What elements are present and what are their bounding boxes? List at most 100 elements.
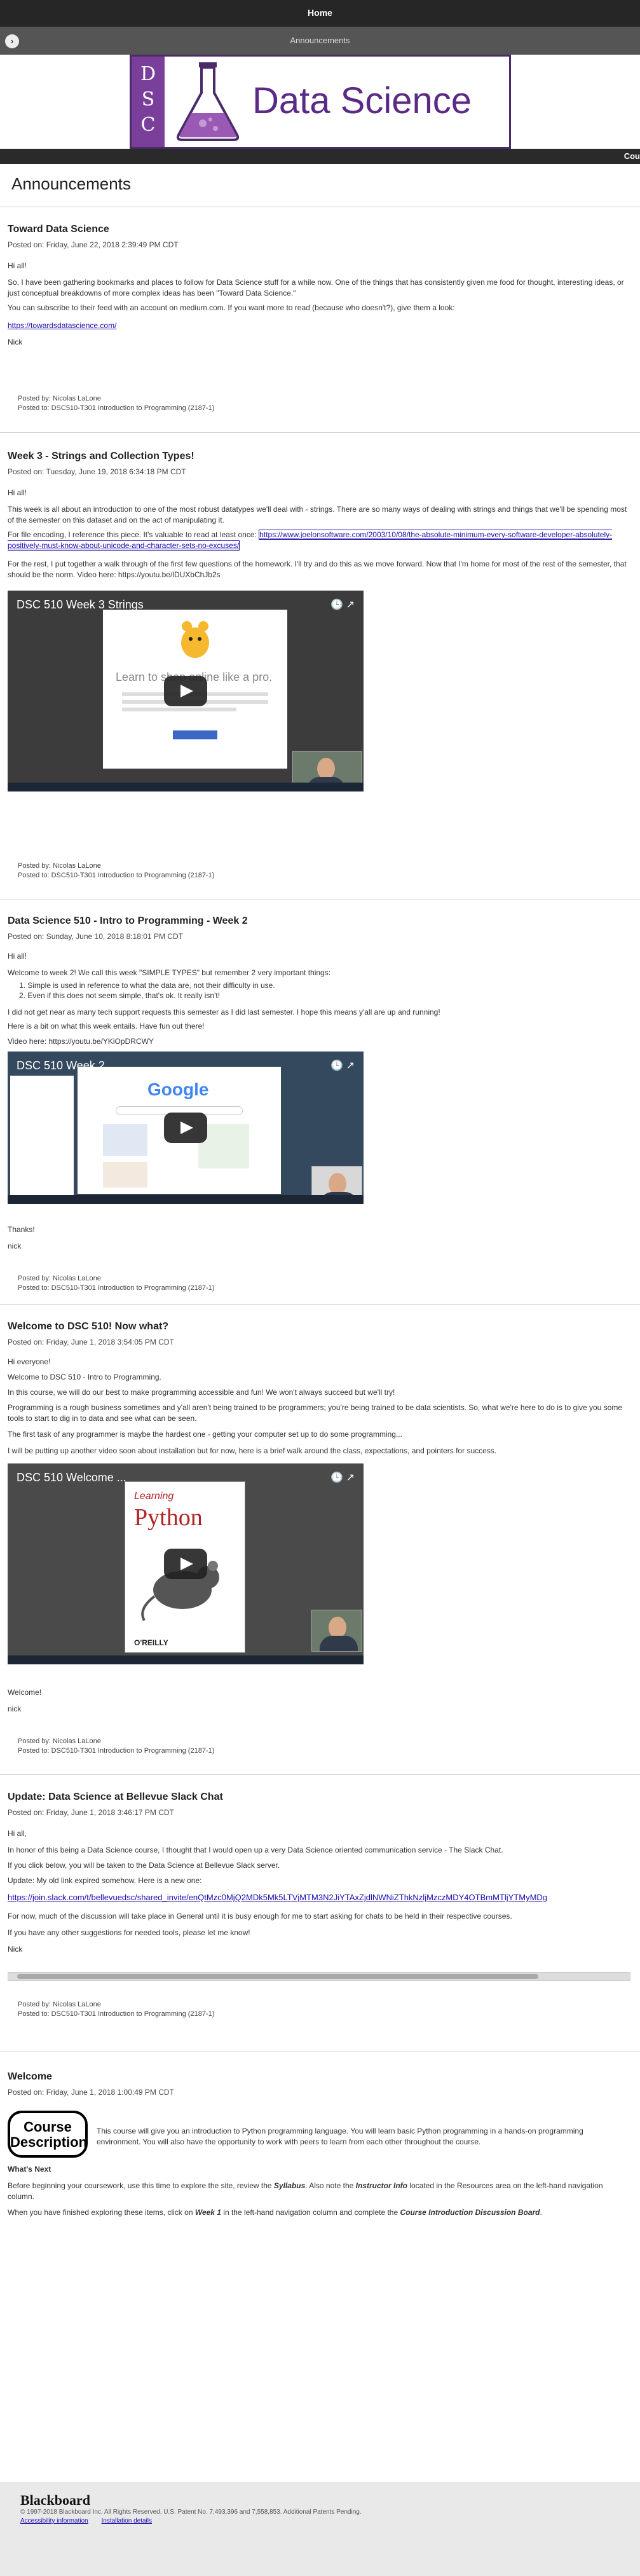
syllabus-link[interactable]: Syllabus [274,2181,305,2190]
post-signature: Nick [8,338,23,346]
post-body: Welcome to week 2! We call this week "SI… [8,968,331,977]
post-body: Before beginning your coursework, use th… [8,2181,627,2202]
slack-invite-link[interactable]: https://join.slack.com/t/bellevuedsc/sha… [8,1893,547,1902]
course-menu-label[interactable]: Cou [624,151,640,161]
course-nav-strip: Cou [0,149,640,164]
whats-next-heading: What's Next [8,2165,51,2174]
book-subtitle: Learning [134,1491,174,1502]
scrollbar-thumb[interactable] [17,1974,538,1979]
post-course: Posted to: DSC510-T301 Introduction to P… [18,872,215,879]
post-body: If you click below, you will be taken to… [8,1861,280,1870]
post-body: I did not get near as many tech support … [8,1008,440,1017]
footer-links: Accessibility information Installation d… [20,2518,163,2525]
video-embed[interactable]: Learning Python O'REILLY DSC 510 Welcome… [8,1463,364,1664]
post-body: Programming is a rough business sometime… [8,1403,623,1423]
post-body: I will be putting up another video soon … [8,1446,497,1455]
video-title: DSC 510 Week 2 [17,1059,105,1072]
video-embed[interactable]: Learn to shop online like a pro. DSC 510… [8,591,364,791]
banner-title: Data Science [252,80,472,121]
week-1-link[interactable]: Week 1 [195,2208,221,2217]
post-body: This week is all about an introduction t… [8,505,627,524]
post-thanks: Thanks! [8,1225,35,1234]
post-signature: Nick [8,1945,23,1954]
post-title: Week 3 - Strings and Collection Types! [8,451,194,462]
post-link[interactable]: https://towardsdatascience.com/ [8,321,116,330]
book-title: Python [134,1504,203,1531]
post-author: Posted by: Nicolas LaLone [18,395,101,402]
text-span: . Also note the [305,2181,356,2190]
text-span: Before beginning your coursework, use th… [8,2181,274,2190]
video-taskbar [8,1195,364,1204]
post-body: This course will give you an introductio… [97,2127,583,2146]
list-item-text: Simple is used in reference to what the … [27,981,275,990]
banner-image: DSC Data Science [130,55,511,149]
post-author: Posted by: Nicolas LaLone [18,2001,101,2008]
discussion-board-link[interactable]: Course Introduction Discussion Board [400,2208,540,2217]
announcement-post: Data Science 510 - Intro to Programming … [0,900,640,1305]
bear-icon [181,621,209,658]
accessibility-link[interactable]: Accessibility information [20,2518,88,2525]
announcement-post: Toward Data Science Posted on: Friday, J… [0,207,640,433]
announcement-post: Welcome Posted on: Friday, June 1, 2018 … [0,2052,640,2482]
video-title: DSC 510 Welcome ... [17,1471,126,1484]
main-content: Announcements Toward Data Science Posted… [0,164,640,2576]
post-list-item: 1. Simple is used in reference to what t… [19,981,275,990]
breadcrumb-title: Announcements [290,36,350,45]
post-body: Here is a bit on what this week entails.… [8,1022,205,1031]
installation-link[interactable]: Installation details [102,2518,153,2525]
logo-line: Description [10,2134,88,2150]
post-title: Welcome [8,2071,52,2082]
video-taskbar [8,783,364,791]
book-publisher: O'REILLY [134,1638,168,1647]
post-body: In honor of this being a Data Science co… [8,1846,503,1854]
post-signature: nick [8,1242,22,1250]
post-title: Welcome to DSC 510! Now what? [8,1321,169,1332]
page-header: Announcements [0,164,640,207]
play-icon[interactable] [164,1549,207,1579]
post-body: When you have finished exploring these i… [8,2207,627,2218]
post-date: Posted on: Tuesday, June 19, 2018 6:34:1… [8,467,186,476]
post-course: Posted to: DSC510-T301 Introduction to P… [18,1284,215,1292]
video-sidebar [10,1076,74,1196]
post-list-item: 2. Even if this does not seem simple, th… [19,991,221,1000]
video-share-icons[interactable]: 🕒 ↗ [330,1471,355,1484]
text-span: . [540,2208,542,2217]
text-span: in the left-hand navigation column and c… [221,2208,400,2217]
webcam-overlay [311,1610,362,1652]
post-title: Toward Data Science [8,224,109,235]
play-icon[interactable] [164,676,207,706]
post-greeting: Hi all! [8,261,27,270]
video-share-icons[interactable]: 🕒 ↗ [330,1059,355,1072]
course-description-logo: Course Description [8,2111,88,2158]
post-welcome: Welcome! [8,1688,42,1697]
horizontal-scrollbar[interactable] [8,1972,630,1981]
post-link-line: https://join.slack.com/t/bellevuedsc/sha… [8,1892,627,1903]
flask-icon [176,62,240,141]
video-share-icons[interactable]: 🕒 ↗ [330,598,355,611]
course-banner: DSC Data Science [0,55,640,149]
post-greeting: Hi all, [8,1829,27,1838]
page-title: Announcements [11,174,131,193]
post-body: The first task of any programmer is mayb… [8,1430,402,1439]
top-bar: Home [0,0,640,27]
sub-bar: › Announcements [0,27,640,55]
post-author: Posted by: Nicolas LaLone [18,1737,101,1745]
instructor-info-link[interactable]: Instructor Info [356,2181,407,2190]
play-icon[interactable] [164,1113,207,1143]
post-signature: nick [8,1704,22,1713]
video-title: DSC 510 Week 3 Strings [17,598,144,611]
post-body: Update: My old link expired somehow. Her… [8,1876,202,1885]
post-date: Posted on: Friday, June 1, 2018 1:00:49 … [8,2088,174,2097]
logo-line: Course [24,2119,72,2135]
announcement-post: Update: Data Science at Bellevue Slack C… [0,1775,640,2052]
post-greeting: Hi everyone! [8,1357,51,1366]
post-author: Posted by: Nicolas LaLone [18,862,101,870]
home-link[interactable]: Home [0,8,640,18]
post-date: Posted on: Sunday, June 10, 2018 8:18:01… [8,932,183,941]
google-logo: Google [147,1079,209,1099]
list-item-text: Even if this does not seem simple, that'… [27,991,221,1000]
post-link-line: https://towardsdatascience.com/ [8,320,627,331]
video-embed[interactable]: Google DSC 510 Week 2 🕒 ↗ [8,1052,364,1204]
blackboard-logo: Blackboard [20,2492,91,2508]
post-author: Posted by: Nicolas LaLone [18,1275,101,1282]
